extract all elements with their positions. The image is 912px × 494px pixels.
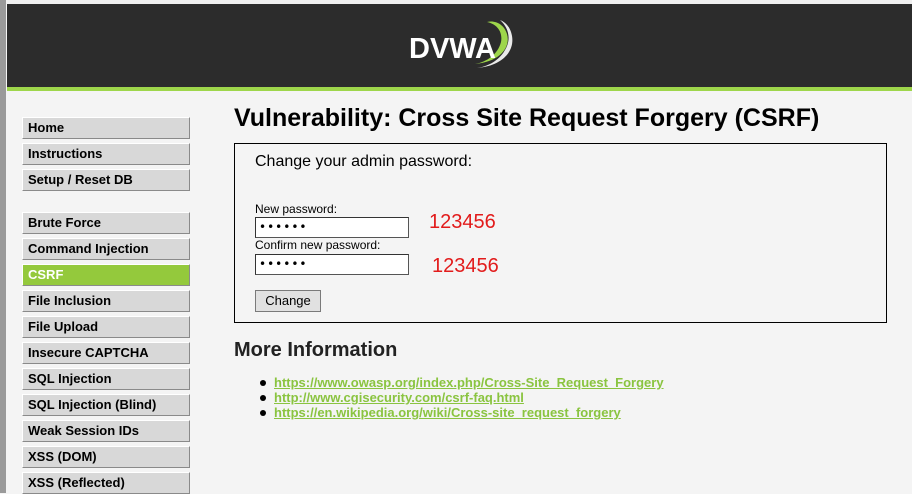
sidebar-item-setup-reset-db[interactable]: Setup / Reset DB [22, 169, 190, 191]
sidebar-item-file-upload[interactable]: File Upload [22, 316, 190, 338]
bullet-icon [260, 380, 266, 386]
csrf-form-box: Change your admin password: New password… [234, 143, 887, 323]
more-info-links: https://www.owasp.org/index.php/Cross-Si… [259, 375, 664, 420]
list-item: https://en.wikipedia.org/wiki/Cross-site… [259, 405, 664, 420]
sidebar-item-csrf[interactable]: CSRF [22, 264, 190, 286]
sidebar-item-xss-dom[interactable]: XSS (DOM) [22, 446, 190, 468]
page-title: Vulnerability: Cross Site Request Forger… [234, 104, 820, 132]
form-heading: Change your admin password: [255, 153, 473, 170]
sidebar-item-home[interactable]: Home [22, 117, 190, 139]
header-accent-bar [7, 87, 912, 91]
sidebar-item-file-inclusion[interactable]: File Inclusion [22, 290, 190, 312]
sidebar-item-sql-injection[interactable]: SQL Injection [22, 368, 190, 390]
confirm-password-input[interactable]: •••••• [255, 254, 409, 275]
more-info-title: More Information [234, 339, 398, 361]
dvwa-logo: DVWA [407, 14, 527, 78]
sidebar-item-command-injection[interactable]: Command Injection [22, 238, 190, 260]
sidebar-item-instructions[interactable]: Instructions [22, 143, 190, 165]
owasp-link[interactable]: https://www.owasp.org/index.php/Cross-Si… [274, 375, 664, 390]
change-button[interactable]: Change [255, 290, 321, 312]
password-annotation-2: 123456 [432, 255, 499, 277]
window-left-edge [0, 0, 6, 493]
list-item: https://www.owasp.org/index.php/Cross-Si… [259, 375, 664, 390]
confirm-password-label: Confirm new password: [255, 238, 381, 252]
sidebar-item-weak-session-ids[interactable]: Weak Session IDs [22, 420, 190, 442]
logo-text: DVWA [409, 33, 496, 65]
bullet-icon [260, 395, 266, 401]
sidebar-item-sql-injection-blind[interactable]: SQL Injection (Blind) [22, 394, 190, 416]
wikipedia-link[interactable]: https://en.wikipedia.org/wiki/Cross-site… [274, 405, 621, 420]
new-password-input[interactable]: •••••• [255, 217, 409, 238]
sidebar-item-insecure-captcha[interactable]: Insecure CAPTCHA [22, 342, 190, 364]
header-banner: DVWA [7, 4, 912, 87]
list-item: http://www.cgisecurity.com/csrf-faq.html [259, 390, 664, 405]
sidebar-item-brute-force[interactable]: Brute Force [22, 212, 190, 234]
bullet-icon [260, 410, 266, 416]
password-annotation-1: 123456 [429, 211, 496, 233]
sidebar-item-xss-reflected[interactable]: XSS (Reflected) [22, 472, 190, 494]
new-password-label: New password: [255, 202, 338, 216]
cgisecurity-link[interactable]: http://www.cgisecurity.com/csrf-faq.html [274, 390, 524, 405]
dvwa-logo-icon: DVWA [409, 20, 513, 68]
